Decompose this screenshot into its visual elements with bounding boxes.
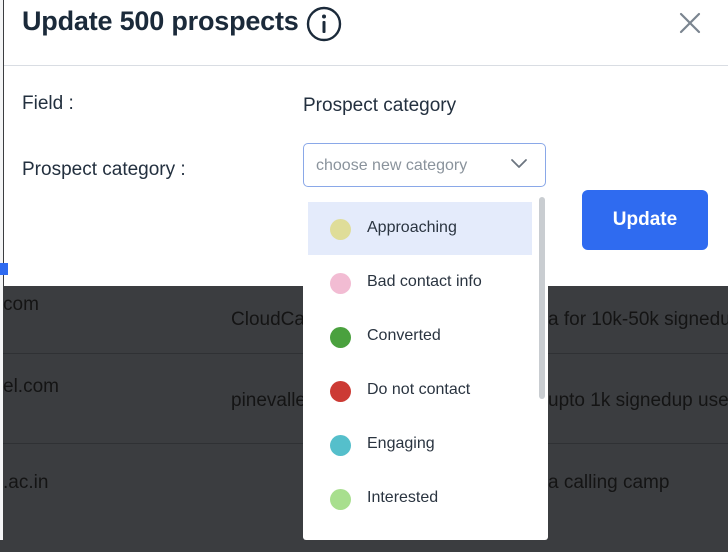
campaign-cell: a for 10k-50k signedup [548, 309, 728, 330]
option-approaching[interactable]: Approaching [308, 202, 532, 255]
prospect-category-label: Prospect category : [22, 159, 186, 180]
option-label: Approaching [367, 219, 457, 236]
email-cell: el.com [3, 376, 59, 397]
category-dropdown: Approaching Bad contact info Converted D… [303, 195, 548, 540]
email-cell: .ac.in [3, 472, 49, 493]
category-color-dot [330, 273, 351, 294]
option-label: Interested [367, 489, 439, 506]
field-value: Prospect category [303, 95, 457, 116]
option-bad-contact-info[interactable]: Bad contact info [308, 256, 532, 309]
category-color-dot [330, 219, 351, 240]
drag-handle[interactable] [0, 263, 8, 275]
close-icon[interactable] [676, 9, 704, 37]
company-cell: CloudCa [231, 309, 305, 330]
option-converted[interactable]: Converted [308, 310, 532, 363]
category-color-dot [330, 489, 351, 510]
campaign-cell: upto 1k signedup use [548, 390, 728, 411]
modal-title: Update 500 prospects [22, 6, 299, 36]
option-label: Bad contact info [367, 273, 482, 290]
scrollbar-thumb[interactable] [539, 197, 545, 399]
option-label: Converted [367, 327, 441, 344]
update-button[interactable]: Update [582, 190, 708, 250]
option-label: Engaging [367, 435, 435, 452]
category-color-dot [330, 381, 351, 402]
category-select[interactable]: choose new category [303, 143, 546, 187]
company-cell: pinevalle [231, 390, 306, 411]
info-icon[interactable] [306, 6, 342, 42]
field-label: Field : [22, 93, 74, 114]
option-label: Do not contact [367, 381, 471, 398]
category-color-dot [330, 327, 351, 348]
option-interested[interactable]: Interested [308, 472, 532, 525]
option-do-not-contact[interactable]: Do not contact [308, 364, 532, 417]
modal-header: Update 500 prospects [4, 0, 728, 66]
email-cell: com [3, 294, 39, 315]
select-placeholder: choose new category [316, 157, 468, 174]
option-engaging[interactable]: Engaging [308, 418, 532, 471]
category-color-dot [330, 435, 351, 456]
chevron-down-icon [511, 159, 527, 168]
campaign-cell: a calling camp [548, 472, 670, 493]
